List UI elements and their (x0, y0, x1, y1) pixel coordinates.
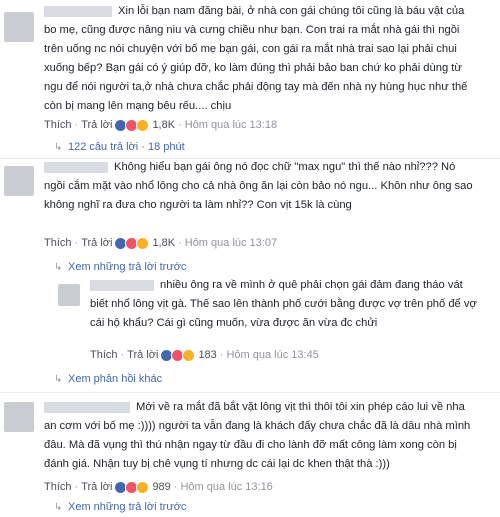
like-link[interactable]: Thích (44, 237, 72, 249)
commenter-name[interactable] (90, 279, 154, 291)
reply-arrow-icon: ↳ (54, 142, 63, 153)
reply-link[interactable]: Trả lời (127, 349, 158, 361)
reaction-count[interactable]: 183 (198, 349, 216, 361)
divider (0, 392, 500, 393)
comment-actions: Thích · Trả lời 989 · Hôm qua lúc 13:16 (44, 480, 273, 494)
comment-text: Xin lỗi bạn nam đăng bài, ở nhà con gái … (44, 5, 468, 112)
view-more-replies[interactable]: ↳ Xem phản hồi khác (54, 372, 162, 387)
reactions-icon[interactable] (114, 118, 150, 132)
timestamp[interactable]: Hôm qua lúc 13:07 (185, 237, 277, 249)
like-link[interactable]: Thích (44, 481, 72, 493)
reply-arrow-icon: ↳ (54, 374, 63, 385)
reactions-icon[interactable] (160, 348, 196, 362)
comment-text: Mới về ra mắt đã bắt vặt lông vịt thì th… (44, 401, 471, 470)
reactions-icon[interactable] (114, 236, 150, 250)
reply-arrow-icon: ↳ (54, 262, 63, 273)
timestamp[interactable]: Hôm qua lúc 13:45 (226, 349, 318, 361)
reply-actions: Thích · Trả lời 183 · Hôm qua lúc 13:45 (90, 348, 319, 362)
like-link[interactable]: Thích (44, 119, 72, 131)
commenter-name[interactable] (44, 401, 130, 413)
reaction-count[interactable]: 1,8K (152, 119, 175, 131)
comment-actions: Thích · Trả lời 1,8K · Hôm qua lúc 13:07 (44, 236, 278, 250)
view-previous-replies[interactable]: ↳ Xem những trả lời trước (54, 260, 186, 275)
reply-arrow-icon: ↳ (54, 502, 63, 513)
commenter-name[interactable] (44, 5, 112, 17)
avatar[interactable] (4, 12, 34, 42)
timestamp[interactable]: Hôm qua lúc 13:18 (185, 119, 277, 131)
reply-text: nhiều ông ra về mình ở quê phải chọn gái… (90, 279, 477, 329)
reaction-count[interactable]: 1,8K (152, 237, 175, 249)
comment-text: Không hiểu bạn gái ông nó đọc chữ "max n… (44, 161, 473, 211)
avatar[interactable] (58, 284, 80, 306)
reaction-count[interactable]: 989 (152, 481, 170, 493)
reply-link[interactable]: Trả lời (81, 481, 112, 493)
avatar[interactable] (4, 402, 34, 432)
reply-link[interactable]: Trả lời (81, 237, 112, 249)
reply-link[interactable]: Trả lời (81, 119, 112, 131)
view-previous-replies[interactable]: ↳ Xem những trả lời trước (54, 500, 186, 515)
like-link[interactable]: Thích (90, 349, 118, 361)
avatar[interactable] (4, 166, 34, 196)
comment-actions: Thích · Trả lời 1,8K · Hôm qua lúc 13:18 (44, 118, 278, 132)
reactions-icon[interactable] (114, 480, 150, 494)
replies-link[interactable]: ↳ 122 câu trả lời · 18 phút (54, 140, 185, 155)
commenter-name[interactable] (44, 161, 108, 173)
timestamp[interactable]: Hôm qua lúc 13:16 (180, 481, 272, 493)
